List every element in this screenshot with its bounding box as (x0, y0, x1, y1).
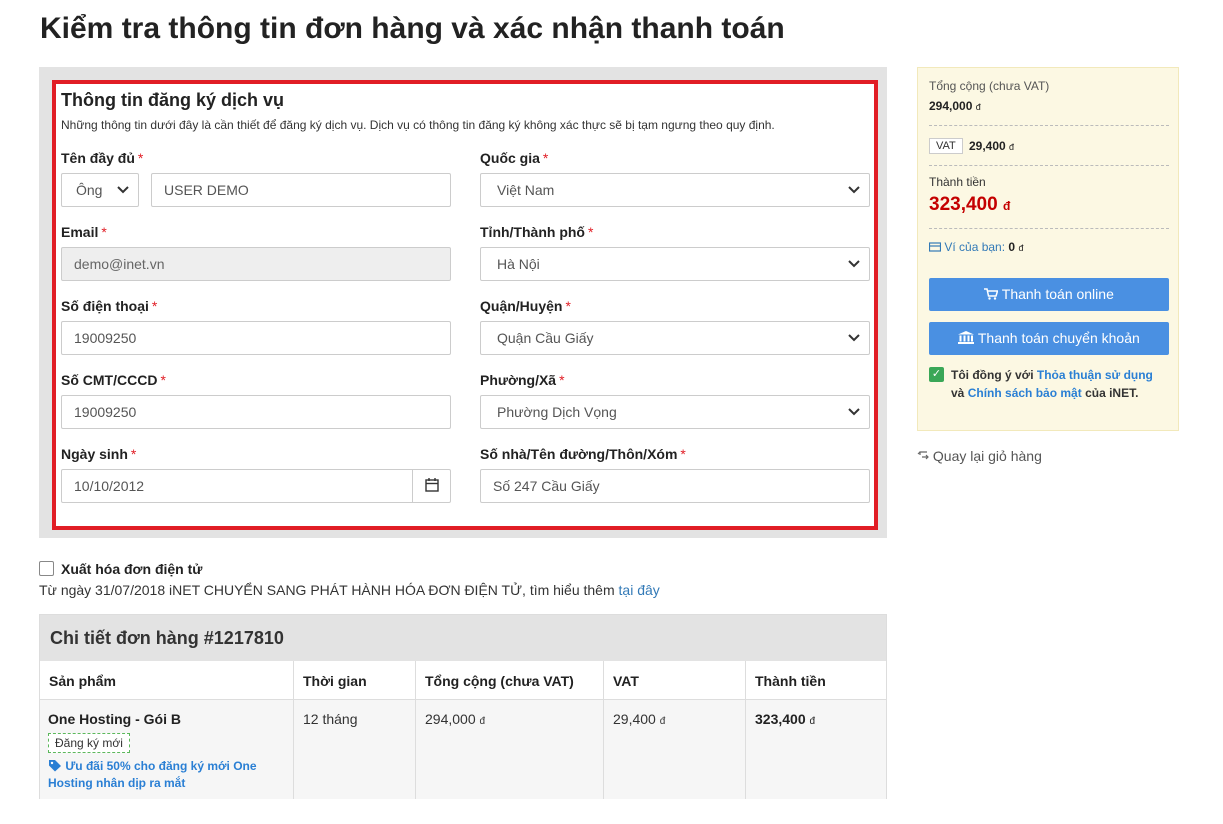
order-header: Chi tiết đơn hàng #1217810 (40, 615, 886, 661)
ward-label: Phường/Xã * (480, 372, 565, 388)
subtotal-value: 294,000 đ (929, 99, 981, 113)
district-label: Quận/Huyện * (480, 298, 571, 314)
total-value: 323,400 đ (929, 194, 1011, 215)
order-title: Chi tiết đơn hàng #1217810 (50, 628, 284, 648)
subtotal-cell: 294,000 đ (425, 711, 486, 727)
chevron-down-icon (848, 408, 860, 416)
email-label: Email * (61, 224, 107, 240)
pay-transfer-button[interactable]: Thanh toán chuyển khoản (929, 322, 1169, 355)
id-number-label: Số CMT/CCCD * (61, 372, 166, 388)
chevron-down-icon (848, 186, 860, 194)
divider (40, 699, 886, 700)
district-select[interactable]: Quận Cầu Giấy (480, 321, 870, 355)
full-name-input[interactable]: USER DEMO (151, 173, 451, 207)
subtotal-label: Tổng cộng (chưa VAT) (929, 79, 1050, 93)
privacy-link[interactable]: Chính sách bảo mật (968, 386, 1082, 400)
address-label: Số nhà/Tên đường/Thôn/Xóm * (480, 446, 686, 462)
form-description: Những thông tin dưới đây là cần thiết để… (61, 118, 775, 132)
country-select[interactable]: Việt Nam (480, 173, 870, 207)
wallet-icon (928, 242, 942, 252)
column-header-period: Thời gian (303, 673, 367, 689)
calendar-button[interactable] (412, 470, 450, 502)
registration-card: Thông tin đăng ký dịch vụ Những thông ti… (39, 67, 887, 538)
column-header-subtotal: Tổng cộng (chưa VAT) (425, 673, 574, 689)
divider (293, 661, 294, 799)
phone-label: Số điện thoại * (61, 298, 158, 314)
promo-note: Ưu đãi 50% cho đăng ký mới One Hosting n… (48, 759, 257, 790)
divider (603, 661, 604, 799)
product-name: One Hosting - Gói B (48, 711, 181, 727)
column-header-product: Sản phẩm (49, 673, 116, 689)
terms-link[interactable]: Thỏa thuận sử dụng (1037, 368, 1153, 382)
province-select[interactable]: Hà Nội (480, 247, 870, 281)
back-to-cart-link[interactable]: Quay lại giỏ hàng (917, 448, 1042, 464)
order-summary-panel: Tổng cộng (chưa VAT) 294,000 đ VAT 29,40… (917, 67, 1179, 431)
period-cell: 12 tháng (303, 711, 358, 727)
terms-agreement: ✓ Tôi đồng ý với Thỏa thuận sử dụng và C… (929, 366, 1169, 402)
wallet-balance: Ví của bạn: 0 đ (928, 240, 1023, 254)
divider (929, 165, 1169, 166)
title-select[interactable]: Ông (61, 173, 139, 207)
title-value: Ông (76, 182, 103, 198)
bank-icon (958, 331, 975, 344)
address-input[interactable]: Số 247 Cầu Giấy (480, 469, 870, 503)
divider (929, 125, 1169, 126)
invoice-label: Xuất hóa đơn điện tử (61, 561, 203, 577)
chevron-down-icon (848, 334, 860, 342)
total-label: Thành tiền (929, 175, 986, 189)
birthday-input[interactable]: 10/10/2012 (61, 469, 451, 503)
chevron-down-icon (848, 260, 860, 268)
email-field: demo@inet.vn (61, 247, 451, 281)
vat-cell: 29,400 đ (613, 711, 666, 727)
invoice-info-link[interactable]: tại đây (619, 582, 660, 598)
invoice-note: Từ ngày 31/07/2018 iNET CHUYỂN SANG PHÁT… (39, 582, 660, 598)
divider (415, 661, 416, 799)
ward-select[interactable]: Phường Dịch Vọng (480, 395, 870, 429)
divider (745, 661, 746, 799)
form-heading: Thông tin đăng ký dịch vụ (61, 90, 284, 110)
column-header-vat: VAT (613, 673, 639, 689)
full-name-label: Tên đầy đủ * (61, 150, 144, 166)
phone-input[interactable]: 19009250 (61, 321, 451, 355)
vat-tag: VAT (929, 138, 963, 154)
birthday-label: Ngày sinh * (61, 446, 137, 462)
tag-icon (49, 760, 61, 772)
vat-value: 29,400 đ (969, 139, 1015, 153)
chevron-down-icon (117, 186, 129, 194)
country-label: Quốc gia * (480, 150, 549, 166)
pay-online-button[interactable]: Thanh toán online (929, 278, 1169, 311)
page-title: Kiểm tra thông tin đơn hàng và xác nhận … (40, 12, 785, 45)
order-detail-table: Chi tiết đơn hàng #1217810 Sản phẩm Thời… (39, 614, 887, 799)
province-label: Tỉnh/Thành phố * (480, 224, 594, 240)
registration-form: Thông tin đăng ký dịch vụ Những thông ti… (52, 80, 878, 530)
divider (929, 228, 1169, 229)
cart-icon (984, 288, 999, 300)
return-icon (917, 451, 929, 460)
id-number-input[interactable]: 19009250 (61, 395, 451, 429)
column-header-total: Thành tiền (755, 673, 826, 689)
status-badge: Đăng ký mới (48, 733, 130, 753)
invoice-checkbox[interactable] (39, 561, 54, 576)
calendar-icon (425, 478, 439, 492)
total-cell: 323,400 đ (755, 711, 816, 727)
checked-checkbox-icon[interactable]: ✓ (929, 367, 944, 382)
